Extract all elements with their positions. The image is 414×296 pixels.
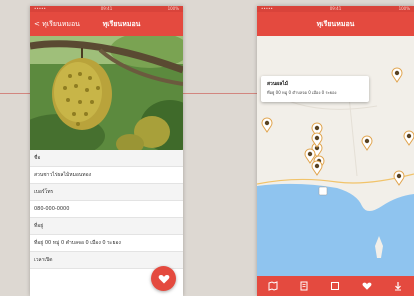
detail-screen: ••••• 09:41 100% < ทุเรียนหมอน ทุเรียนหม…: [30, 6, 183, 296]
download-icon: [395, 282, 402, 291]
favorite-button[interactable]: [151, 266, 176, 291]
detail-value: 080-000-0000: [30, 201, 183, 218]
detail-value: สวนชาวไร่ผลไม้หมอนทอง: [30, 167, 183, 184]
heart-icon: [158, 274, 169, 283]
durian-photo: [30, 36, 183, 150]
app-bar: < ทุเรียนหมอน ทุเรียนหมอน: [30, 12, 183, 36]
map-screen: ••••• 09:41 100% ทุเรียนหมอน สวนผลไม้ ที…: [257, 6, 414, 296]
detail-label: เบอร์โทร: [30, 184, 183, 201]
detail-value: ที่อยู่ 00 หมู่ 0 ตำบลจอ 0 เมือง 0 ระยอง: [30, 235, 183, 252]
detail-label: ชื่อ: [30, 150, 183, 167]
page-title: ทุเรียนหมอน: [102, 20, 141, 28]
detail-label: ที่อยู่: [30, 218, 183, 235]
heart-icon: [362, 282, 372, 290]
sort-icon: [331, 282, 340, 290]
durian-tree-illustration: [30, 36, 183, 150]
detail-list: ชื่อ สวนชาวไร่ผลไม้หมอนทอง เบอร์โทร 080-000…: [30, 150, 183, 269]
bottom-tab-bar: [257, 276, 414, 296]
app-bar: ทุเรียนหมอน: [257, 12, 414, 36]
tab-map[interactable]: [263, 278, 283, 294]
tab-sort[interactable]: [325, 278, 345, 294]
popup-address: ที่อยู่ 00 หมู่ 0 ตำบลจอ 0 เมือง 0 ระยอง: [267, 90, 337, 95]
map-canvas[interactable]: [257, 36, 414, 276]
list-icon: [300, 281, 308, 291]
tab-favorites[interactable]: [357, 278, 377, 294]
page-title: ทุเรียนหมอน: [316, 20, 355, 28]
popup-title: สวนผลไม้: [267, 81, 289, 87]
map-popup[interactable]: สวนผลไม้ ที่อยู่ 00 หมู่ 0 ตำบลจอ 0 เมือ…: [261, 76, 369, 102]
tab-list[interactable]: [294, 278, 314, 294]
map-icon: [268, 281, 278, 291]
map-view[interactable]: สวนผลไม้ ที่อยู่ 00 หมู่ 0 ตำบลจอ 0 เมือ…: [257, 36, 414, 276]
tab-download[interactable]: [388, 278, 408, 294]
